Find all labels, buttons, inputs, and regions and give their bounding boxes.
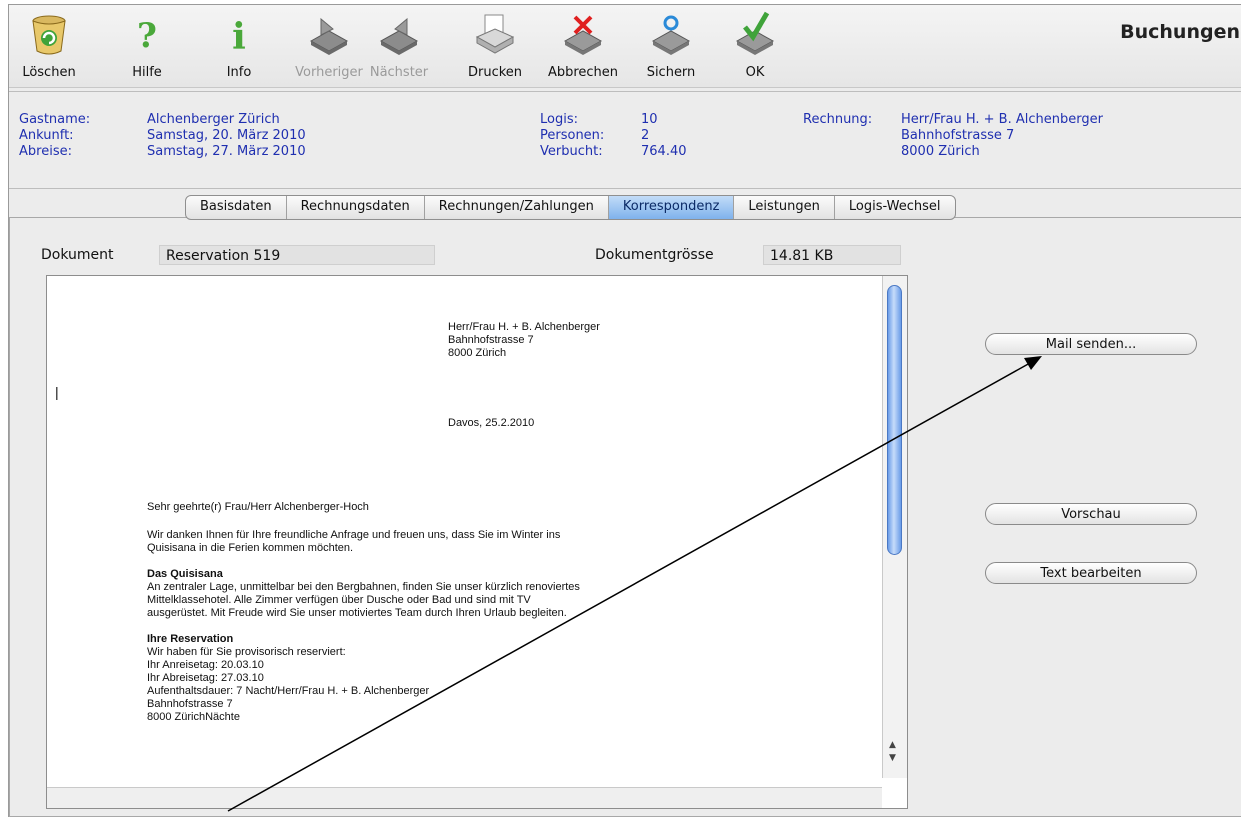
- tab-korrespondenz[interactable]: Korrespondenz: [608, 196, 735, 219]
- letter-salutation: Sehr geehrte(r) Frau/Herr Alchenberger-H…: [147, 501, 369, 513]
- letter-date: Davos, 25.2.2010: [448, 417, 535, 429]
- personen-value: 2: [641, 128, 650, 143]
- verbucht-value: 764.40: [641, 144, 687, 159]
- tab-leistungen[interactable]: Leistungen: [734, 196, 835, 219]
- document-size-label: Dokumentgrösse: [595, 247, 714, 263]
- letter-address-line2: Bahnhofstrasse 7: [448, 334, 534, 346]
- svg-text:i: i: [232, 16, 246, 57]
- scrollbar-thumb[interactable]: [887, 285, 902, 555]
- tab-bar: Basisdaten Rechnungsdaten Rechnungen/Zah…: [185, 195, 956, 220]
- tab-rechnungsdaten[interactable]: Rechnungsdaten: [287, 196, 425, 219]
- letter-paragraph-line: ausgerüstet. Mit Freude wird Sie unser m…: [147, 607, 567, 619]
- letter-address-line1: Herr/Frau H. + B. Alchenberger: [448, 321, 600, 333]
- info-button[interactable]: i Info: [203, 7, 275, 85]
- tab-rechnungen-zahlungen[interactable]: Rechnungen/Zahlungen: [425, 196, 609, 219]
- window-title: Buchungen: [1120, 21, 1240, 43]
- ankunft-value: Samstag, 20. März 2010: [147, 128, 306, 143]
- rechnung-line2: Bahnhofstrasse 7: [901, 128, 1015, 143]
- booking-window: Löschen ? Hilfe i Info Vorheriger Nächst…: [8, 4, 1241, 817]
- save-icon: [649, 11, 693, 57]
- tab-logis-wechsel[interactable]: Logis-Wechsel: [835, 196, 955, 219]
- scroll-up-arrow-icon[interactable]: ▲: [889, 740, 896, 750]
- letter-paragraph-line: An zentraler Lage, unmittelbar bei den B…: [147, 581, 580, 593]
- ok-icon: [733, 11, 777, 57]
- ok-button[interactable]: OK: [719, 7, 791, 85]
- previous-icon: [307, 11, 351, 57]
- logis-value: 10: [641, 112, 658, 127]
- text-cursor: |: [55, 384, 59, 400]
- rechnung-line3: 8000 Zürich: [901, 144, 980, 159]
- mail-send-button[interactable]: Mail senden...: [985, 333, 1197, 355]
- tab-basisdaten[interactable]: Basisdaten: [186, 196, 287, 219]
- scroll-down-arrow-icon[interactable]: ▼: [889, 753, 896, 763]
- personen-label: Personen:: [540, 128, 605, 143]
- letter-paragraph-line: Aufenthaltsdauer: 7 Nacht/Herr/Frau H. +…: [147, 685, 430, 697]
- print-button[interactable]: Drucken: [459, 7, 531, 85]
- letter-paragraph-line: 8000 ZürichNächte: [147, 711, 240, 723]
- horizontal-scrollbar[interactable]: [47, 787, 882, 808]
- letter-address-line3: 8000 Zürich: [448, 347, 507, 359]
- rechnung-line1: Herr/Frau H. + B. Alchenberger: [901, 112, 1103, 127]
- help-icon: ?: [125, 11, 169, 57]
- printer-icon: [473, 11, 517, 57]
- document-label: Dokument: [41, 247, 114, 263]
- preview-button[interactable]: Vorschau: [985, 503, 1197, 525]
- letter-paragraph-line: Quisisana in die Ferien kommen möchten.: [147, 542, 354, 554]
- svg-text:?: ?: [137, 16, 157, 56]
- document-name-field: Reservation 519: [159, 245, 435, 265]
- save-button[interactable]: Sichern: [635, 7, 707, 85]
- rechnung-label: Rechnung:: [803, 112, 873, 127]
- letter-paragraph-line: Ihr Abreisetag: 27.03.10: [147, 672, 264, 684]
- gastname-value: Alchenberger Zürich: [147, 112, 280, 127]
- letter-paragraph-line: Mittelklassehotel. Alle Zimmer verfügen …: [147, 594, 531, 606]
- edit-text-button[interactable]: Text bearbeiten: [985, 562, 1197, 584]
- cancel-icon: [561, 11, 605, 57]
- next-button[interactable]: Nächster: [363, 7, 435, 85]
- delete-button[interactable]: Löschen: [13, 7, 85, 85]
- document-viewer[interactable]: | Herr/Frau H. + B. Alchenberger Bahnhof…: [46, 275, 908, 809]
- letter-paragraph-line: Wir danken Ihnen für Ihre freundliche An…: [147, 529, 561, 541]
- letter-paragraph-line: Wir haben für Sie provisorisch reservier…: [147, 646, 346, 658]
- booking-info-panel: Gastname: Ankunft: Abreise: Alchenberger…: [9, 91, 1241, 189]
- letter-heading: Das Quisisana: [147, 568, 223, 580]
- letter-paragraph-line: Bahnhofstrasse 7: [147, 698, 233, 710]
- logis-label: Logis:: [540, 112, 578, 127]
- help-button[interactable]: ? Hilfe: [111, 7, 183, 85]
- document-size-field: 14.81 KB: [763, 245, 901, 265]
- next-icon: [377, 11, 421, 57]
- abreise-label: Abreise:: [19, 144, 72, 159]
- letter-content[interactable]: | Herr/Frau H. + B. Alchenberger Bahnhof…: [47, 276, 882, 778]
- toolbar: Löschen ? Hilfe i Info Vorheriger Nächst…: [9, 5, 1241, 88]
- letter-paragraph-line: Ihr Anreisetag: 20.03.10: [147, 659, 264, 671]
- trash-icon: [27, 11, 71, 57]
- cancel-button[interactable]: Abbrechen: [547, 7, 619, 85]
- info-icon: i: [217, 11, 261, 58]
- verbucht-label: Verbucht:: [540, 144, 603, 159]
- ankunft-label: Ankunft:: [19, 128, 74, 143]
- gastname-label: Gastname:: [19, 112, 91, 127]
- letter-heading: Ihre Reservation: [147, 633, 234, 645]
- abreise-value: Samstag, 27. März 2010: [147, 144, 306, 159]
- vertical-scrollbar[interactable]: ▲ ▼: [882, 276, 907, 778]
